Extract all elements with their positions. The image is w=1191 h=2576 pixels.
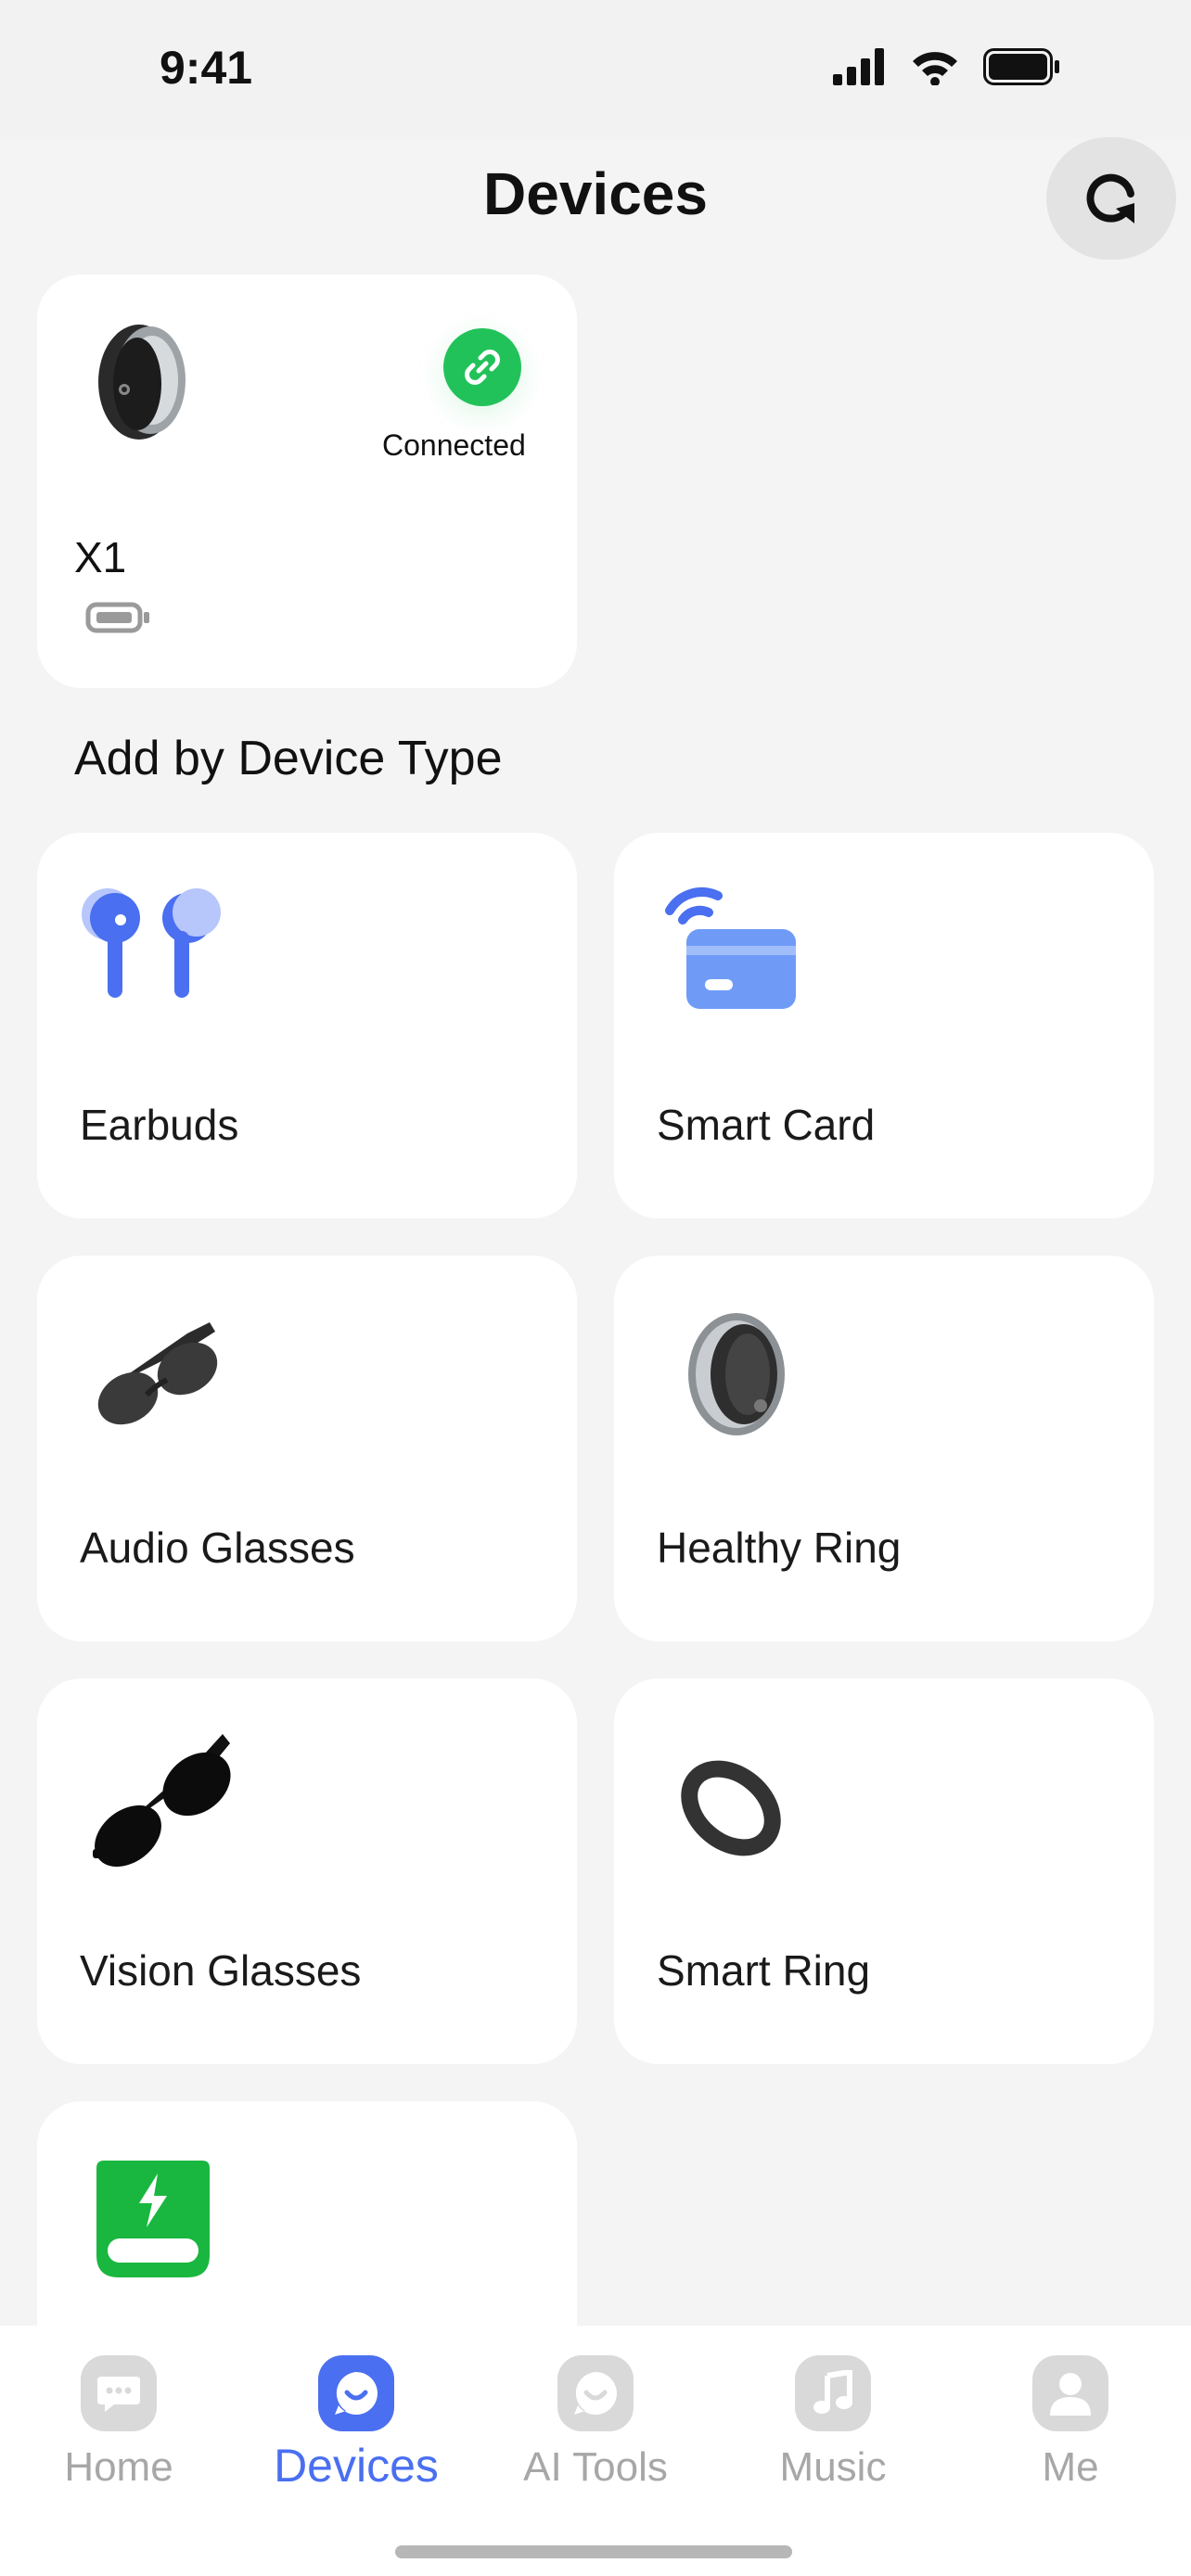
audio-glasses-icon [97, 1322, 218, 1425]
device-name: X1 [74, 533, 127, 581]
ai-tools-icon [557, 2355, 634, 2431]
tab-label: Me [1042, 2444, 1099, 2490]
device-battery-icon [85, 602, 149, 633]
tab-ai-tools[interactable]: AI Tools [493, 2355, 698, 2491]
device-type-label: Audio Glasses [80, 1524, 355, 1572]
connected-badge [443, 328, 521, 406]
tab-bar: Home Devices AI Tools Music Me [0, 2326, 1191, 2576]
smart-card-icon [665, 887, 796, 1009]
device-type-label: Vision Glasses [80, 1946, 362, 1995]
vision-glasses-icon [93, 1734, 231, 1868]
tab-label: Music [779, 2444, 887, 2490]
battery-icon [983, 48, 1059, 85]
tab-label: AI Tools [523, 2444, 668, 2490]
signal-icon [833, 48, 884, 85]
smart-ring-icon [681, 1760, 781, 1856]
earbuds-icon [82, 888, 221, 998]
status-icons [833, 48, 1061, 85]
device-type-audio-glasses[interactable]: Audio Glasses [37, 1256, 577, 1641]
status-bar: 9:41 [0, 0, 1191, 139]
person-icon [1032, 2355, 1108, 2431]
ring-image [98, 325, 186, 440]
tab-devices[interactable]: Devices [254, 2355, 458, 2493]
device-type-smart-card[interactable]: Smart Card [614, 833, 1154, 1218]
device-type-label: Smart Card [657, 1101, 876, 1149]
device-type-earbuds[interactable]: Earbuds [37, 833, 577, 1218]
section-title: Add by Device Type [74, 732, 503, 785]
status-time: 9:41 [160, 42, 253, 94]
devices-icon [318, 2355, 394, 2431]
wifi-icon [913, 52, 957, 85]
tab-music[interactable]: Music [731, 2355, 935, 2491]
device-type-smart-ring[interactable]: Smart Ring [614, 1678, 1154, 2064]
device-type-healthy-ring[interactable]: Healthy Ring [614, 1256, 1154, 1641]
device-type-vision-glasses[interactable]: Vision Glasses [37, 1678, 577, 2064]
refresh-icon [1086, 173, 1134, 223]
refresh-button[interactable] [1046, 137, 1176, 260]
healthy-ring-icon [688, 1313, 785, 1435]
tab-home[interactable]: Home [17, 2355, 221, 2491]
connection-status: Connected [382, 428, 526, 462]
music-icon [795, 2355, 871, 2431]
device-type-label: Smart Ring [657, 1946, 871, 1995]
device-type-label: Healthy Ring [657, 1524, 902, 1572]
power-bank-icon [96, 2161, 210, 2277]
tab-me[interactable]: Me [968, 2355, 1172, 2491]
tab-label: Devices [274, 2440, 439, 2492]
link-icon [465, 350, 500, 385]
device-type-label: Earbuds [80, 1101, 239, 1149]
page-title: Devices [483, 160, 708, 227]
chat-icon [81, 2355, 157, 2431]
home-indicator[interactable] [395, 2545, 792, 2558]
tab-label: Home [64, 2444, 173, 2490]
connected-device-card[interactable]: Connected X1 [37, 274, 577, 688]
